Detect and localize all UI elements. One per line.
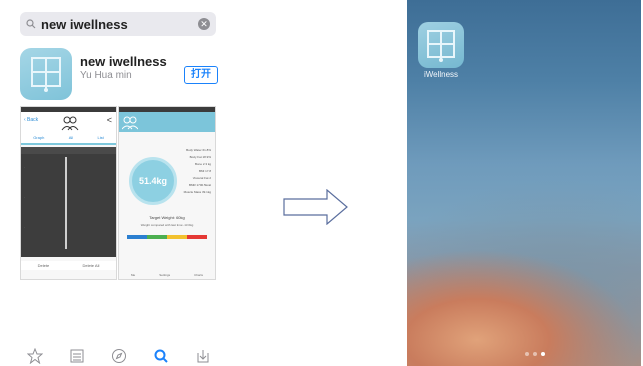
- screenshot-tabs: Graph All List: [21, 134, 116, 145]
- tab-bar: [14, 346, 224, 366]
- app-name: new iwellness: [80, 54, 167, 69]
- people-icon: [61, 116, 79, 131]
- metric-item: BMR 1700.5kcal: [188, 183, 211, 187]
- chart-tick: ·: [24, 165, 25, 169]
- screenshot-buttons: Delete Delete All: [21, 261, 116, 270]
- chart-line: [65, 157, 67, 249]
- metric-item: Visceral Fat 2: [192, 176, 211, 180]
- people-icon: [122, 116, 138, 130]
- app-screenshot-measurement: Body Water 61.8% Body Fat 18.9% Bone 2.3…: [118, 106, 216, 280]
- tab-graph: Graph: [33, 135, 45, 140]
- tab-explore[interactable]: [109, 346, 129, 366]
- list-icon: [70, 349, 84, 363]
- app-result[interactable]: new iwellness Yu Hua min 打开: [20, 48, 220, 100]
- search-query[interactable]: new iwellness: [41, 17, 128, 32]
- tab-all: All: [68, 135, 74, 140]
- chart-tick: ·: [24, 225, 25, 229]
- screenshot-nav: ‹ Back <: [21, 112, 116, 134]
- tab-search[interactable]: [151, 346, 171, 366]
- app-screenshot-history: ‹ Back < Graph All List · · · Delete Del…: [20, 106, 117, 280]
- page-dot-active: [541, 352, 545, 356]
- footer-item: Me: [131, 273, 136, 277]
- footer-item: Charts: [194, 273, 203, 277]
- chart-header: [21, 147, 116, 154]
- arrow-right-icon: [283, 189, 348, 225]
- share-icon: <: [106, 115, 112, 125]
- tab-list: List: [97, 135, 104, 140]
- tab-lists[interactable]: [67, 346, 87, 366]
- metric-item: Bone 2.3 kg: [194, 162, 211, 166]
- chart-tick: ·: [24, 195, 25, 199]
- screenshot-footer: Me Settings Charts: [119, 273, 215, 277]
- home-screen: iWellness: [407, 0, 641, 366]
- search-icon: [154, 349, 168, 363]
- app-store-screen: new iwellness ✕ new iwellness Yu Hua min…: [14, 6, 224, 366]
- bmi-color-bar: [127, 235, 207, 239]
- page-indicator[interactable]: [525, 352, 545, 356]
- body-metrics-list: Body Water 61.8% Body Fat 18.9% Bone 2.3…: [184, 147, 211, 196]
- weight-gauge: 51.4kg: [129, 157, 177, 205]
- app-label: iWellness: [423, 70, 459, 79]
- search-icon: [26, 19, 36, 29]
- page-dot: [533, 352, 537, 356]
- delete-all-label: Delete All: [82, 263, 100, 268]
- download-icon: [197, 350, 209, 363]
- page-dot: [525, 352, 529, 356]
- target-weight: Target Weight: 60kg: [149, 215, 185, 220]
- profile-header: [119, 112, 215, 132]
- delete-label: Delete: [37, 263, 50, 268]
- clear-icon[interactable]: ✕: [198, 18, 210, 30]
- app-icon[interactable]: [20, 48, 72, 100]
- back-link: ‹ Back: [24, 117, 39, 123]
- metric-item: BMI 17.8: [198, 169, 211, 173]
- metric-item: Body Fat 18.9%: [189, 155, 211, 159]
- metric-item: Body Water 61.8%: [186, 148, 211, 152]
- open-button[interactable]: 打开: [184, 66, 218, 84]
- metric-item: Muscle Mass 39.1kg: [183, 190, 211, 194]
- app-developer: Yu Hua min: [80, 70, 132, 81]
- scale-icon: [31, 57, 61, 92]
- tab-featured[interactable]: [25, 346, 45, 366]
- footer-item: Settings: [159, 273, 171, 277]
- iwellness-app-icon[interactable]: [418, 22, 464, 68]
- weight-history-chart: · · ·: [21, 147, 116, 257]
- weight-comparison: Weight compared with last time:-13.6kg: [140, 223, 194, 227]
- scale-icon: [427, 30, 455, 62]
- tab-updates[interactable]: [193, 346, 213, 366]
- search-bar[interactable]: new iwellness ✕: [20, 12, 216, 36]
- star-icon: [27, 348, 43, 364]
- compass-icon: [112, 349, 126, 363]
